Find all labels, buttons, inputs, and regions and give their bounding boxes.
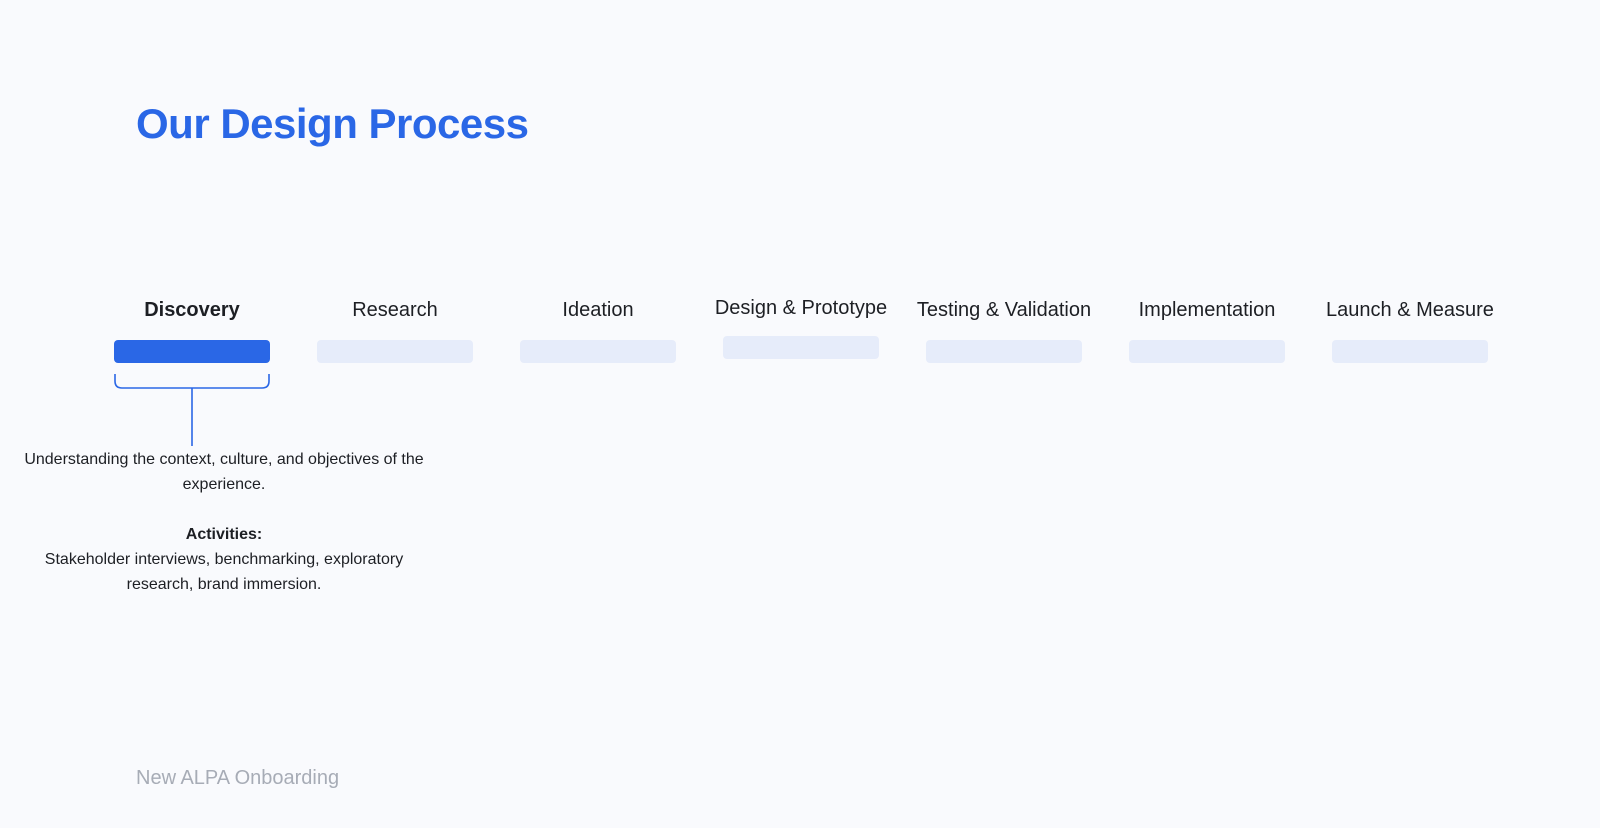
process-step-label: Testing & Validation	[916, 299, 1092, 321]
process-step-label: Launch & Measure	[1326, 299, 1494, 321]
step-description: Understanding the context, culture, and …	[24, 451, 424, 493]
step-detail: Understanding the context, culture, and …	[24, 447, 424, 597]
process-step-label: Ideation	[562, 299, 634, 321]
process-step-label: Research	[352, 299, 438, 321]
process-step-bar[interactable]	[317, 340, 473, 363]
footer-label: New ALPA Onboarding	[136, 767, 340, 789]
process-step-label: Design & Prototype	[714, 297, 888, 319]
process-step-bar[interactable]	[114, 340, 270, 363]
process-step-label: Discovery	[144, 299, 240, 321]
activities-heading: Activities:	[185, 526, 263, 543]
process-step-bar[interactable]	[926, 340, 1082, 363]
step-detail-connector	[114, 374, 270, 446]
activities-text: Stakeholder interviews, benchmarking, ex…	[44, 551, 404, 593]
process-step-bar[interactable]	[520, 340, 676, 363]
process-step-bar[interactable]	[1332, 340, 1488, 363]
process-step-bar[interactable]	[723, 336, 879, 359]
process-step-bar[interactable]	[1129, 340, 1285, 363]
page-title: Our Design Process	[136, 100, 529, 147]
process-step-label: Implementation	[1138, 299, 1276, 321]
